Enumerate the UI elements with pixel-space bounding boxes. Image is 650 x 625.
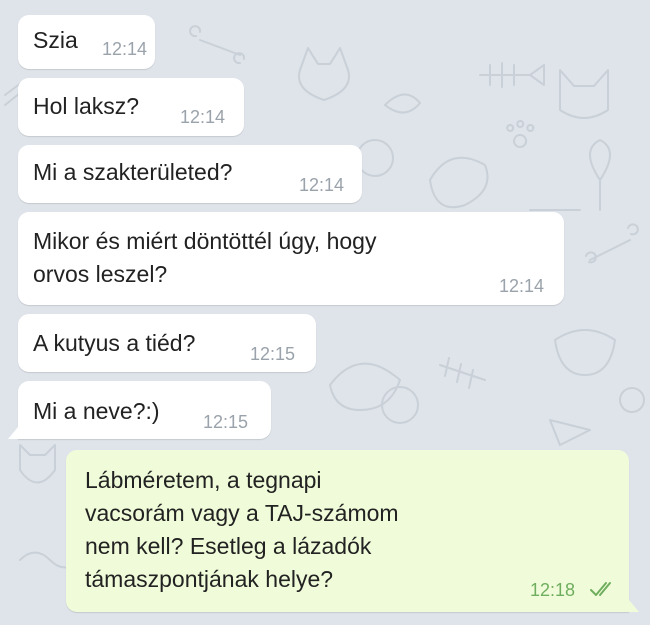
cat-doodle-2 [19,444,56,484]
cat-sleeping-doodle [329,362,401,411]
fish-bone-doodle [479,62,545,88]
bone-doodle-2 [585,223,639,264]
dog-doodle [429,156,489,209]
message-text: Mi a szakterületed? [33,159,233,185]
message-text-line-3: nem kell? Esetleg a lázadók [85,533,372,559]
outgoing-message[interactable]: Lábméretem, a tegnapi vacsorám vagy a TA… [66,450,639,612]
message-time: 12:14 [299,175,345,195]
double-check-icon [590,582,611,596]
incoming-message[interactable]: Szia 12:14 [18,15,155,69]
message-text: Mi a neve?:) [33,398,160,424]
plane-doodle [549,419,591,446]
message-time: 12:14 [180,107,226,127]
message-time: 12:15 [250,344,296,364]
incoming-message[interactable]: Hol laksz? 12:14 [18,78,244,136]
message-text: Szia [33,27,78,53]
message-time: 12:18 [530,580,576,600]
ball-doodle [356,139,394,177]
message-time: 12:14 [102,39,148,59]
incoming-message[interactable]: Mi a szakterületed? 12:14 [18,145,362,203]
message-text-line-2: orvos leszel? [33,261,168,287]
cat-face-doodle [554,329,616,376]
cat-doodle [298,47,350,101]
cat-head-doodle [559,69,609,119]
incoming-message[interactable]: Mi a neve?:) 12:15 [8,381,271,439]
message-text: A kutyus a tiéd? [33,330,196,356]
incoming-message[interactable]: Mikor és miért döntöttél úgy, hogy orvos… [18,212,564,305]
message-time: 12:14 [499,276,545,296]
message-text-line-1: Lábméretem, a tegnapi [85,467,322,493]
leaf-doodle [384,93,421,114]
paw-doodle [506,120,535,148]
message-text-line-1: Mikor és miért döntöttél úgy, hogy [33,228,377,254]
message-time: 12:15 [203,412,249,432]
message-text-line-4: támaszpontjának helye? [85,566,334,592]
ring-doodle [619,387,645,413]
message-text: Hol laksz? [33,93,140,119]
balloon-doodle [589,139,611,211]
message-text-line-2: vacsorám vagy a TAJ-számom [85,500,399,526]
fish-bone-doodle-2 [439,357,486,389]
incoming-message[interactable]: A kutyus a tiéd? 12:15 [18,314,316,372]
yarn-doodle [381,386,419,424]
bone-doodle [189,25,246,65]
